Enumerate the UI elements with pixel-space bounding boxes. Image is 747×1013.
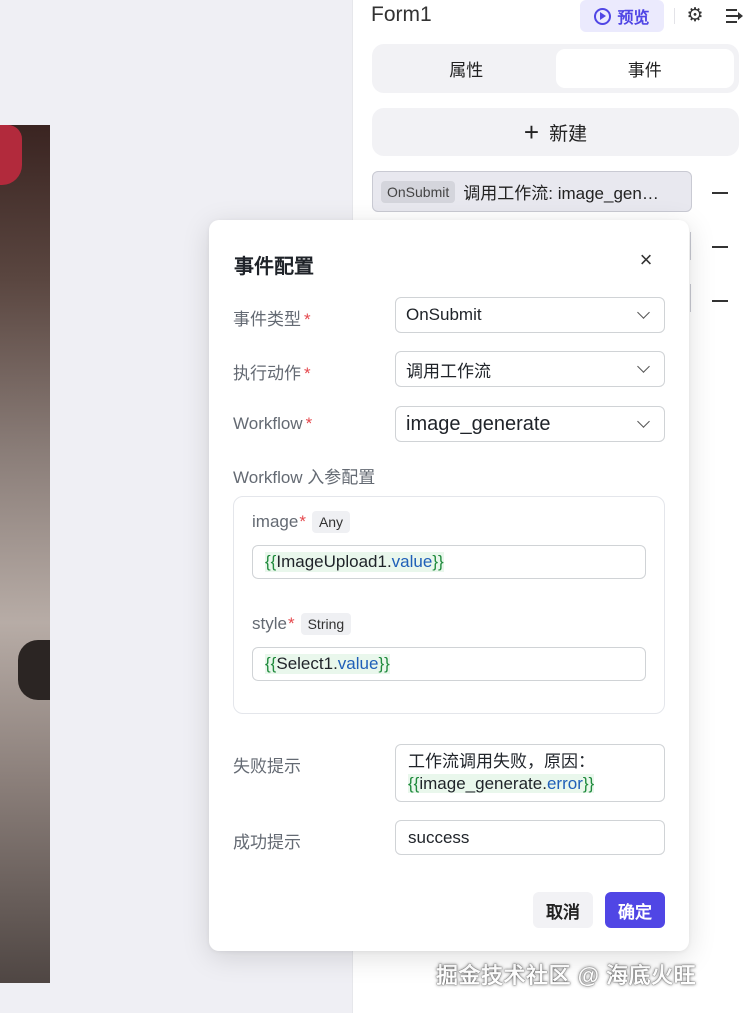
success-tip-input[interactable]: success [395, 820, 665, 855]
param-image-input[interactable]: {{ImageUpload1. value}} [252, 545, 646, 579]
tab-properties[interactable]: 属性 [377, 49, 556, 88]
fail-tip-text: 工作流调用失败，原因： [408, 752, 595, 771]
action-select[interactable]: 调用工作流 [395, 351, 665, 387]
panel-tabs: 属性 事件 [372, 44, 739, 93]
cancel-button[interactable]: 取消 [533, 892, 593, 928]
image-detail-top [0, 125, 22, 185]
plus-icon: + [523, 117, 540, 147]
event-type-label: 事件类型 * [233, 310, 311, 329]
event-type-value: OnSubmit [406, 305, 482, 324]
param-type-badge: Any [311, 511, 351, 533]
params-title: Workflow 入参配置 [233, 468, 376, 487]
params-box: image * Any {{ImageUpload1. value}} style *… [233, 496, 665, 714]
param-image-label: image * Any [252, 511, 351, 533]
param-style-label: style * String [252, 613, 352, 635]
param-type-badge: String [300, 613, 352, 635]
event-item-edge [690, 284, 691, 312]
gear-icon[interactable]: ⚙ [683, 4, 707, 28]
new-event-label: 新建 [549, 123, 588, 145]
header-divider [674, 8, 675, 24]
image-detail-bottom [18, 640, 50, 700]
fail-tip-expression: {{image_generate.error}} [408, 774, 595, 793]
event-summary: 调用工作流: image_gen… [463, 184, 659, 203]
action-value: 调用工作流 [406, 361, 491, 381]
success-tip-label: 成功提示 [233, 833, 301, 852]
success-tip-value: success [408, 827, 470, 847]
panel-header: Form1 预览 ⚙ [371, 0, 747, 32]
preview-label: 预览 [617, 10, 650, 27]
event-type-select[interactable]: OnSubmit [395, 297, 665, 333]
confirm-button[interactable]: 确定 [605, 892, 665, 928]
dialog-title: 事件配置 [234, 256, 314, 278]
workflow-label: Workflow * [233, 414, 313, 433]
chevron-down-icon [637, 415, 650, 428]
action-label: 执行动作 * [233, 364, 311, 383]
remove-event-icon[interactable] [712, 192, 728, 194]
close-icon[interactable]: × [636, 249, 656, 271]
param-style-input[interactable]: {{Select1. value}} [252, 647, 646, 681]
event-type-tag: OnSubmit [381, 180, 456, 203]
watermark: 掘金技术社区 @ 海底火旺 [436, 963, 697, 988]
new-event-button[interactable]: + 新建 [372, 108, 739, 156]
form-title: Form1 [371, 3, 432, 26]
chevron-down-icon [637, 360, 650, 373]
remove-event-icon[interactable] [712, 300, 728, 302]
event-item-edge [690, 232, 691, 260]
preview-button[interactable]: 预览 [580, 0, 664, 32]
image-preview [0, 125, 50, 983]
fail-tip-input[interactable]: 工作流调用失败，原因： {{image_generate.error}} [395, 744, 665, 802]
tab-events[interactable]: 事件 [555, 49, 734, 88]
event-list-item[interactable]: OnSubmit 调用工作流: image_gen… [372, 171, 692, 212]
workflow-value: image_generate [406, 412, 551, 435]
play-icon [594, 7, 612, 25]
fail-tip-label: 失败提示 [233, 757, 301, 776]
workflow-select[interactable]: image_generate [395, 406, 665, 442]
chevron-down-icon [637, 306, 650, 319]
collapse-menu-icon[interactable] [723, 4, 747, 28]
event-config-dialog: 事件配置 × 事件类型 * OnSubmit 执行动作 * 调用工作流 Workfl… [209, 220, 689, 951]
remove-event-icon[interactable] [712, 246, 728, 248]
